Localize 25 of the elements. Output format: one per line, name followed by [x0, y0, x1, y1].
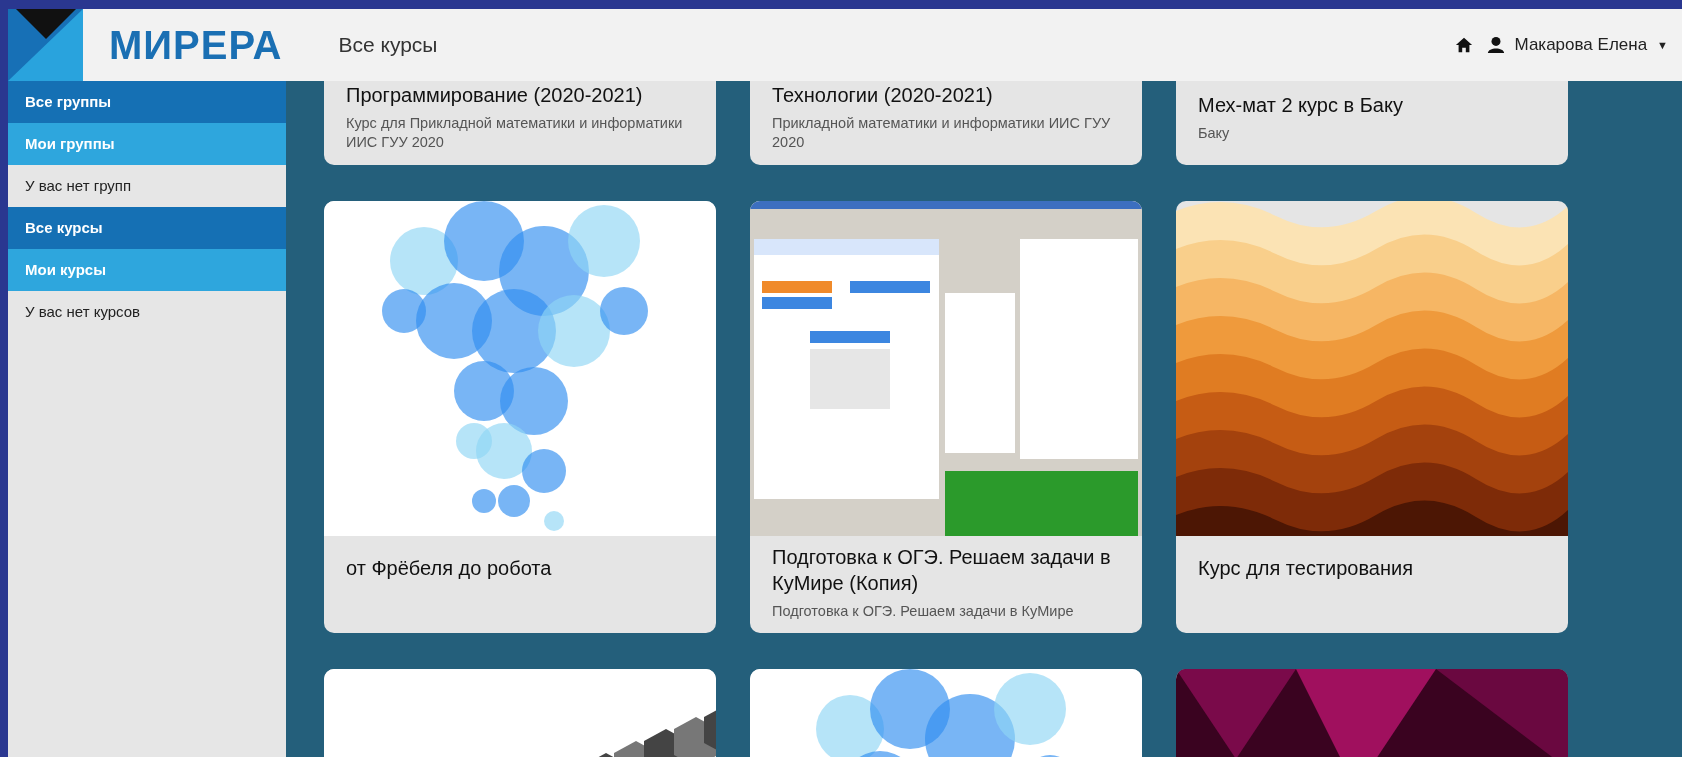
home-icon[interactable] — [1454, 36, 1473, 54]
course-description: Прикладной математики и информатики ИИС ГУУ 2020 — [772, 114, 1112, 152]
course-title[interactable]: от Фрёбеля до робота — [346, 555, 694, 581]
course-card[interactable]: Мех-мат 2 курс в Баку Баку — [1176, 81, 1568, 165]
user-name[interactable]: Макарова Елена — [1514, 35, 1648, 55]
course-card[interactable]: Курс для тестирования — [1176, 201, 1568, 633]
course-card[interactable]: Подготовка к ОГЭ. Решаем задачи в КуМире (Копия) Подготовка к ОГЭ. Решаем задачи в КуМире — [750, 201, 1142, 633]
page-title: Все курсы — [338, 33, 438, 57]
course-card[interactable]: Технологии (2020-2021) Прикладной математики и информатики ИИС ГУУ 2020 — [750, 81, 1142, 165]
caret-icon[interactable]: ▼ — [1657, 39, 1668, 51]
course-title[interactable]: Программирование (2020-2021) — [346, 82, 694, 108]
course-title[interactable]: Подготовка к ОГЭ. Решаем задачи в КуМире (Копия) — [772, 544, 1120, 596]
course-description: Баку — [1198, 123, 1231, 143]
course-card[interactable]: от Фрёбеля до робота — [324, 201, 716, 633]
course-description: Подготовка к ОГЭ. Решаем задачи в КуМире — [772, 602, 1075, 621]
logo-text[interactable]: МИРЕРА — [109, 22, 283, 68]
course-card[interactable]: Программирование (2020-2021) Курс для Прикладной математики и информатики ИИС ГУУ 2020 — [324, 81, 716, 165]
sidebar-item[interactable]: Все курсы — [8, 207, 286, 249]
course-title[interactable]: Курс для тестирования — [1198, 555, 1546, 581]
course-title[interactable]: Технологии (2020-2021) — [772, 82, 1120, 108]
sidebar-item[interactable]: Все группы — [8, 81, 286, 123]
course-title[interactable]: Мех-мат 2 курс в Баку — [1198, 91, 1546, 118]
logo-icon — [8, 9, 83, 81]
user-icon — [1486, 36, 1505, 54]
course-description: Курс для Прикладной математики и информатики ИИС ГУУ 2020 — [346, 114, 684, 152]
